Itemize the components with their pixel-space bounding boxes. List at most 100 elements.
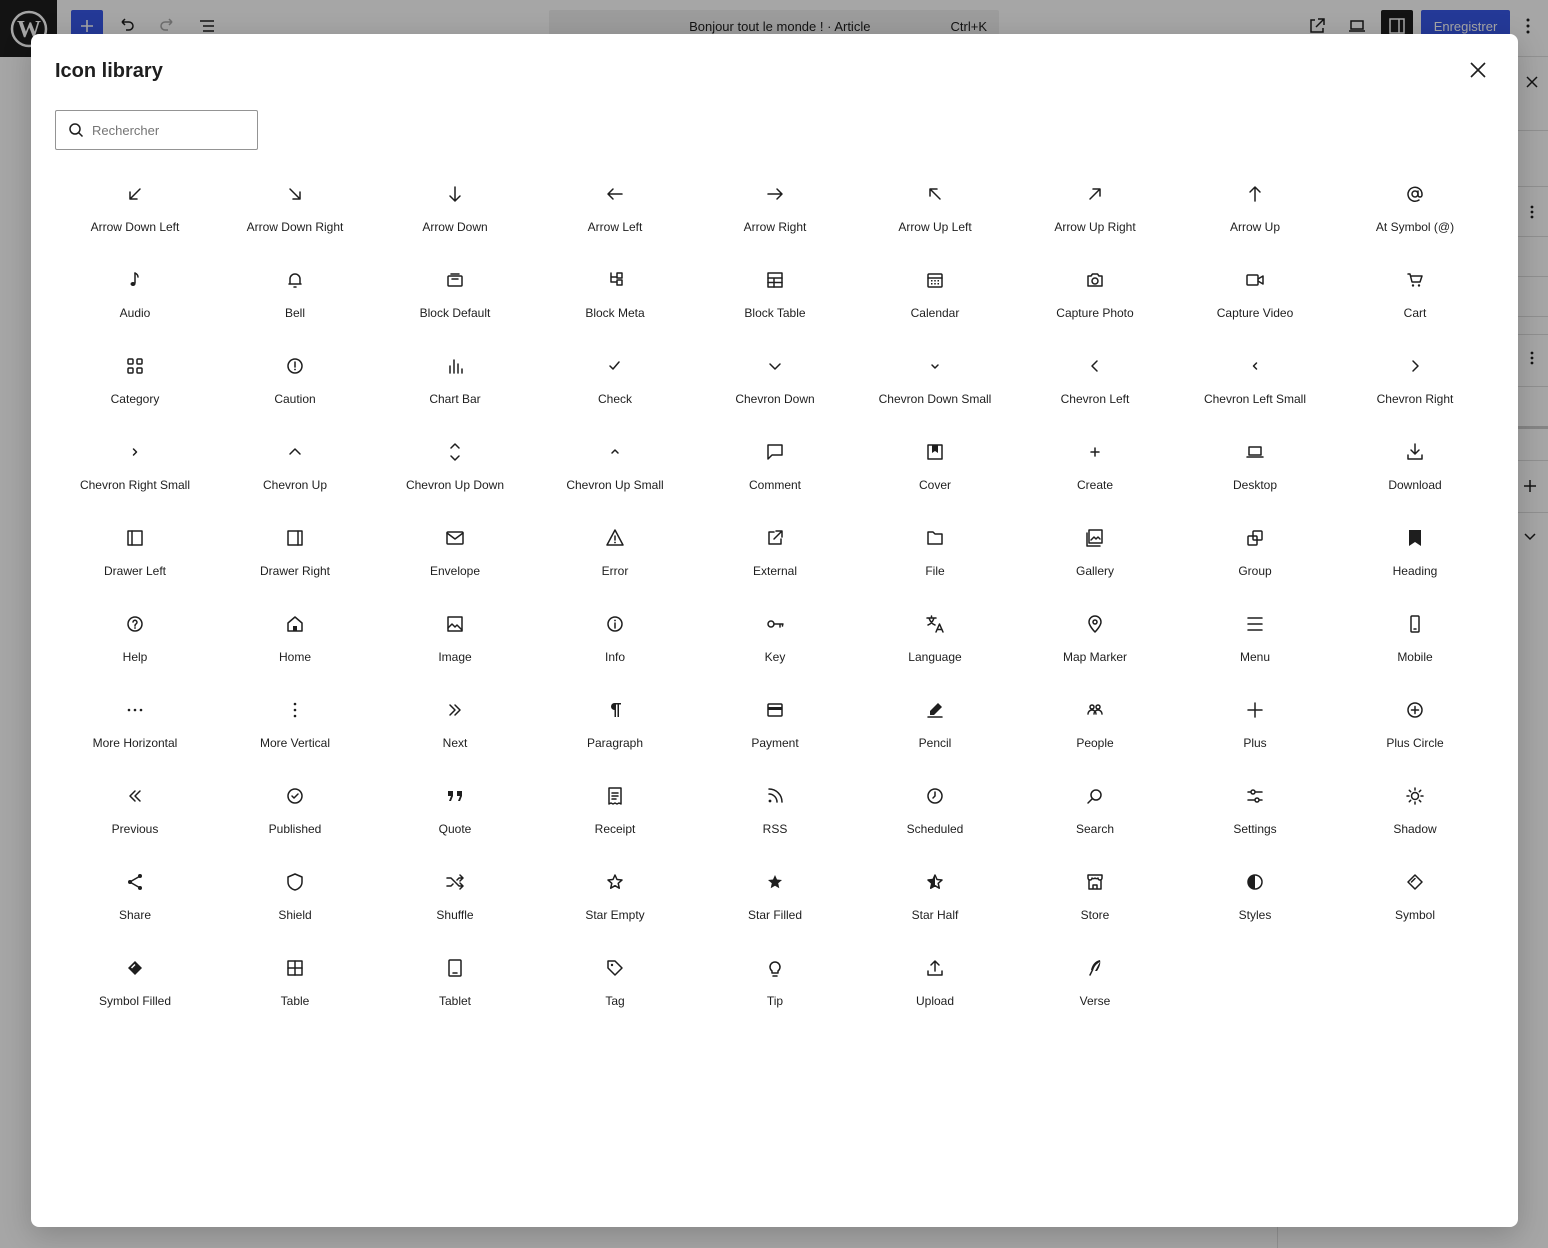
icon-tile[interactable]: More Vertical xyxy=(215,684,375,770)
icon-tile[interactable]: At Symbol (@) xyxy=(1335,168,1495,254)
icon-tile[interactable]: Receipt xyxy=(535,770,695,856)
plus-icon xyxy=(1243,698,1267,722)
icon-tile[interactable]: Shuffle xyxy=(375,856,535,942)
icon-tile[interactable]: Calendar xyxy=(855,254,1015,340)
icon-tile[interactable]: Published xyxy=(215,770,375,856)
icon-tile[interactable]: Mobile xyxy=(1335,598,1495,684)
icon-tile[interactable]: Create xyxy=(1015,426,1175,512)
icon-tile[interactable]: Star Empty xyxy=(535,856,695,942)
icon-tile[interactable]: Menu xyxy=(1175,598,1335,684)
icon-tile[interactable]: Arrow Down xyxy=(375,168,535,254)
icon-label: Language xyxy=(908,650,962,664)
icon-tile[interactable]: Chevron Left Small xyxy=(1175,340,1335,426)
icon-tile[interactable]: External xyxy=(695,512,855,598)
icon-tile[interactable]: Chevron Up Down xyxy=(375,426,535,512)
icon-tile[interactable]: Language xyxy=(855,598,1015,684)
icon-tile[interactable]: Bell xyxy=(215,254,375,340)
icon-tile[interactable]: Heading xyxy=(1335,512,1495,598)
close-modal-button[interactable] xyxy=(1464,56,1492,84)
icon-tile[interactable]: Search xyxy=(1015,770,1175,856)
icon-tile[interactable]: Desktop xyxy=(1175,426,1335,512)
icon-tile[interactable]: Tip xyxy=(695,942,855,1028)
icon-tile[interactable]: Table xyxy=(215,942,375,1028)
icon-tile[interactable]: Arrow Up Left xyxy=(855,168,1015,254)
icon-tile[interactable]: Home xyxy=(215,598,375,684)
icon-tile[interactable]: Block Table xyxy=(695,254,855,340)
receipt-icon xyxy=(603,784,627,808)
icon-tile[interactable]: Capture Video xyxy=(1175,254,1335,340)
icon-tile[interactable]: Audio xyxy=(55,254,215,340)
icon-tile[interactable]: People xyxy=(1015,684,1175,770)
icon-tile[interactable]: Image xyxy=(375,598,535,684)
icon-tile[interactable]: Cover xyxy=(855,426,1015,512)
icon-tile[interactable]: Star Filled xyxy=(695,856,855,942)
icon-tile[interactable]: Symbol Filled xyxy=(55,942,215,1028)
next-icon xyxy=(443,698,467,722)
icon-tile[interactable]: Chevron Right Small xyxy=(55,426,215,512)
icon-tile[interactable]: Help xyxy=(55,598,215,684)
icon-tile[interactable]: Scheduled xyxy=(855,770,1015,856)
icon-tile[interactable]: Chevron Down xyxy=(695,340,855,426)
icon-tile[interactable]: Arrow Down Left xyxy=(55,168,215,254)
icon-tile[interactable]: Star Half xyxy=(855,856,1015,942)
search-field[interactable] xyxy=(55,110,258,150)
icon-tile[interactable]: Comment xyxy=(695,426,855,512)
icon-label: Shield xyxy=(278,908,312,922)
icon-tile[interactable]: Plus xyxy=(1175,684,1335,770)
plus-circle-icon xyxy=(1403,698,1427,722)
icon-tile[interactable]: Chevron Up Small xyxy=(535,426,695,512)
icon-tile[interactable]: Download xyxy=(1335,426,1495,512)
icon-tile[interactable]: Chevron Up xyxy=(215,426,375,512)
icon-tile[interactable]: Tablet xyxy=(375,942,535,1028)
icon-tile[interactable]: Pencil xyxy=(855,684,1015,770)
icon-tile[interactable]: Arrow Down Right xyxy=(215,168,375,254)
icon-tile[interactable]: Chart Bar xyxy=(375,340,535,426)
icon-tile[interactable]: Verse xyxy=(1015,942,1175,1028)
icon-tile[interactable]: Tag xyxy=(535,942,695,1028)
icon-tile[interactable]: Check xyxy=(535,340,695,426)
icon-tile[interactable]: Block Default xyxy=(375,254,535,340)
chevron-down-small-icon xyxy=(923,354,947,378)
icon-tile[interactable]: Block Meta xyxy=(535,254,695,340)
icon-tile[interactable]: Settings xyxy=(1175,770,1335,856)
icon-tile[interactable]: Cart xyxy=(1335,254,1495,340)
icon-tile[interactable]: More Horizontal xyxy=(55,684,215,770)
icon-tile[interactable]: Chevron Left xyxy=(1015,340,1175,426)
icon-tile[interactable]: Chevron Down Small xyxy=(855,340,1015,426)
block-table-icon xyxy=(763,268,787,292)
icon-tile[interactable]: Error xyxy=(535,512,695,598)
icon-tile[interactable]: Previous xyxy=(55,770,215,856)
icon-tile[interactable]: Paragraph xyxy=(535,684,695,770)
share-icon xyxy=(123,870,147,894)
icon-tile[interactable]: Caution xyxy=(215,340,375,426)
icon-tile[interactable]: Payment xyxy=(695,684,855,770)
icon-tile[interactable]: Key xyxy=(695,598,855,684)
search-input[interactable] xyxy=(92,122,242,138)
icon-tile[interactable]: Upload xyxy=(855,942,1015,1028)
icon-tile[interactable]: Arrow Right xyxy=(695,168,855,254)
icon-tile[interactable]: Capture Photo xyxy=(1015,254,1175,340)
icon-tile[interactable]: Arrow Left xyxy=(535,168,695,254)
icon-tile[interactable]: Arrow Up Right xyxy=(1015,168,1175,254)
icon-tile[interactable]: Envelope xyxy=(375,512,535,598)
icon-tile[interactable]: Styles xyxy=(1175,856,1335,942)
icon-tile[interactable]: Plus Circle xyxy=(1335,684,1495,770)
icon-tile[interactable]: Gallery xyxy=(1015,512,1175,598)
icon-tile[interactable]: Group xyxy=(1175,512,1335,598)
icon-tile[interactable]: Map Marker xyxy=(1015,598,1175,684)
icon-tile[interactable]: Store xyxy=(1015,856,1175,942)
icon-tile[interactable]: Share xyxy=(55,856,215,942)
icon-tile[interactable]: Info xyxy=(535,598,695,684)
icon-tile[interactable]: Category xyxy=(55,340,215,426)
icon-tile[interactable]: Symbol xyxy=(1335,856,1495,942)
icon-tile[interactable]: Shadow xyxy=(1335,770,1495,856)
icon-tile[interactable]: Shield xyxy=(215,856,375,942)
icon-tile[interactable]: Arrow Up xyxy=(1175,168,1335,254)
icon-tile[interactable]: RSS xyxy=(695,770,855,856)
icon-tile[interactable]: Drawer Right xyxy=(215,512,375,598)
icon-tile[interactable]: File xyxy=(855,512,1015,598)
icon-tile[interactable]: Next xyxy=(375,684,535,770)
icon-tile[interactable]: Drawer Left xyxy=(55,512,215,598)
icon-tile[interactable]: Quote xyxy=(375,770,535,856)
icon-tile[interactable]: Chevron Right xyxy=(1335,340,1495,426)
